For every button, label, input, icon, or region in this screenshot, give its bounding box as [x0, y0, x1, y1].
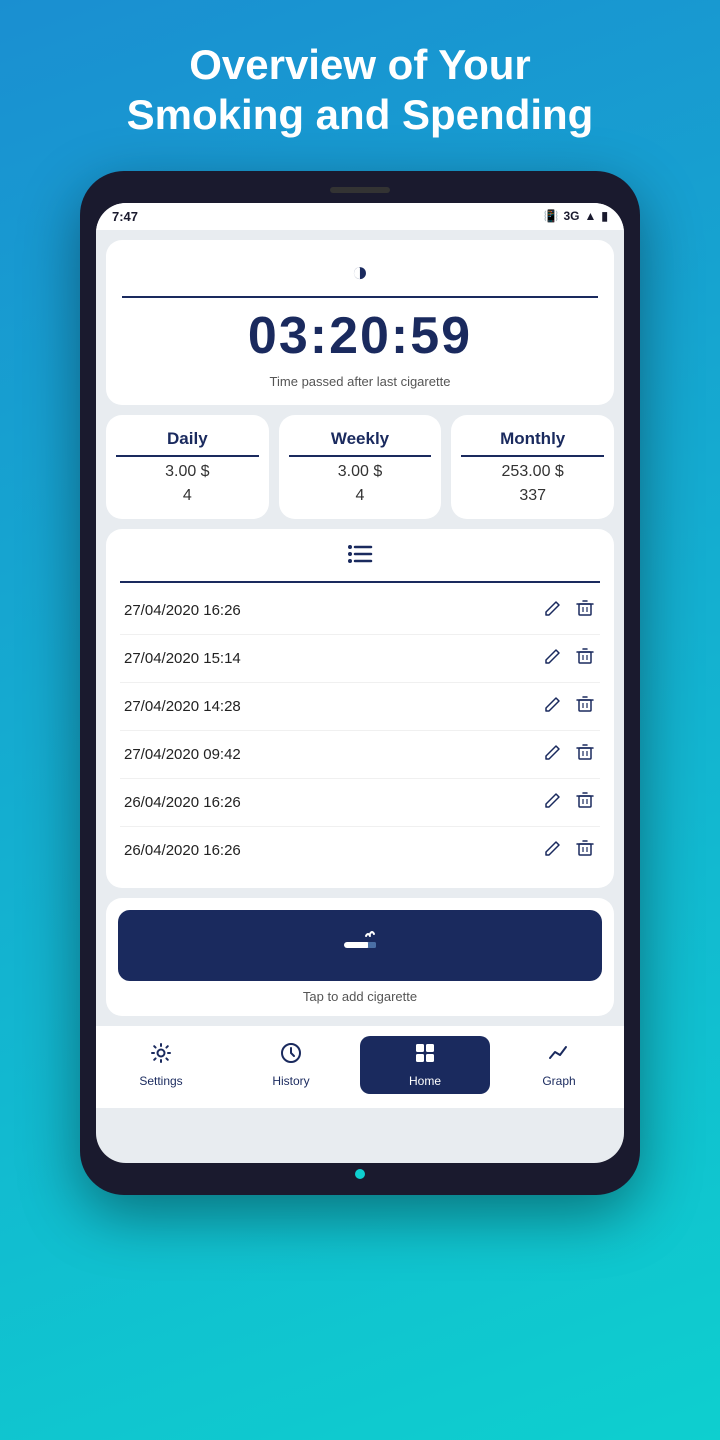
edit-button-4[interactable] [542, 741, 564, 768]
stats-row: Daily 3.00 $ 4 Weekly 3.00 $ 4 Monthly 2… [106, 415, 614, 519]
settings-icon [150, 1042, 172, 1070]
delete-button-1[interactable] [574, 597, 596, 624]
history-row: 26/04/2020 16:26 [120, 827, 600, 874]
stat-title-monthly: Monthly [500, 429, 565, 449]
add-label: Tap to add cigarette [303, 989, 417, 1004]
history-card: 27/04/2020 16:26 27/04/2020 15:14 [106, 529, 614, 888]
phone-notch [330, 187, 390, 193]
vibrate-icon: 📳 [544, 209, 559, 223]
history-divider [120, 581, 600, 583]
nav-label-graph: Graph [542, 1074, 575, 1088]
stat-divider-monthly [461, 455, 604, 457]
history-actions-4 [542, 741, 596, 768]
signal-label: 3G [563, 209, 579, 223]
timer-label: Time passed after last cigarette [270, 374, 451, 389]
nav-item-history[interactable]: History [226, 1036, 356, 1094]
stat-amount-weekly: 3.00 $ [338, 463, 382, 481]
nav-item-graph[interactable]: Graph [494, 1036, 624, 1094]
phone-screen: 7:47 📳 3G ▲ ▮ ◑ 03:20:59 Time passed aft… [96, 203, 624, 1163]
stat-count-weekly: 4 [356, 487, 365, 505]
nav-label-history: History [272, 1074, 309, 1088]
history-header [120, 543, 600, 571]
history-actions-5 [542, 789, 596, 816]
stat-card-weekly: Weekly 3.00 $ 4 [279, 415, 442, 519]
status-bar: 7:47 📳 3G ▲ ▮ [96, 203, 624, 230]
history-row: 27/04/2020 14:28 [120, 683, 600, 731]
graph-icon [548, 1042, 570, 1070]
history-actions-6 [542, 837, 596, 864]
edit-button-1[interactable] [542, 597, 564, 624]
timer-card: ◑ 03:20:59 Time passed after last cigare… [106, 240, 614, 405]
history-row: 27/04/2020 09:42 [120, 731, 600, 779]
phone-home-dot [355, 1169, 365, 1179]
nav-label-settings: Settings [139, 1074, 182, 1088]
history-date-5: 26/04/2020 16:26 [124, 794, 241, 811]
add-cigarette-card: Tap to add cigarette [106, 898, 614, 1016]
stat-divider-daily [116, 455, 259, 457]
status-time: 7:47 [112, 209, 138, 224]
edit-button-6[interactable] [542, 837, 564, 864]
edit-button-3[interactable] [542, 693, 564, 720]
delete-button-6[interactable] [574, 837, 596, 864]
delete-button-2[interactable] [574, 645, 596, 672]
history-date-1: 27/04/2020 16:26 [124, 602, 241, 619]
history-row: 27/04/2020 15:14 [120, 635, 600, 683]
history-actions-1 [542, 597, 596, 624]
history-date-4: 27/04/2020 09:42 [124, 746, 241, 763]
history-actions-2 [542, 645, 596, 672]
history-row: 26/04/2020 16:26 [120, 779, 600, 827]
delete-button-4[interactable] [574, 741, 596, 768]
nav-item-home[interactable]: Home [360, 1036, 490, 1094]
status-right: 📳 3G ▲ ▮ [544, 209, 608, 223]
nav-item-settings[interactable]: Settings [96, 1036, 226, 1094]
bottom-nav: Settings History [96, 1026, 624, 1108]
history-date-6: 26/04/2020 16:26 [124, 842, 241, 859]
nav-label-home: Home [409, 1074, 441, 1088]
screen-content: ◑ 03:20:59 Time passed after last cigare… [96, 230, 624, 1026]
home-icon [414, 1042, 436, 1070]
stat-count-monthly: 337 [519, 487, 546, 505]
signal-icon: ▲ [585, 209, 597, 223]
cigarette-icon [342, 928, 378, 963]
add-cigarette-button[interactable] [118, 910, 602, 981]
history-date-3: 27/04/2020 14:28 [124, 698, 241, 715]
battery-icon: ▮ [601, 209, 608, 223]
history-row: 27/04/2020 16:26 [120, 587, 600, 635]
stat-card-monthly: Monthly 253.00 $ 337 [451, 415, 614, 519]
stat-title-weekly: Weekly [331, 429, 389, 449]
stat-divider-weekly [289, 455, 432, 457]
stat-count-daily: 4 [183, 487, 192, 505]
stat-amount-monthly: 253.00 $ [502, 463, 564, 481]
delete-button-5[interactable] [574, 789, 596, 816]
timer-divider [122, 296, 598, 298]
phone-shell: 7:47 📳 3G ▲ ▮ ◑ 03:20:59 Time passed aft… [80, 171, 640, 1195]
timer-value: 03:20:59 [248, 306, 472, 366]
clock-icon: ◑ [352, 256, 369, 288]
stat-title-daily: Daily [167, 429, 208, 449]
edit-button-2[interactable] [542, 645, 564, 672]
stat-amount-daily: 3.00 $ [165, 463, 209, 481]
list-icon [347, 543, 373, 571]
history-actions-3 [542, 693, 596, 720]
history-icon [280, 1042, 302, 1070]
stat-card-daily: Daily 3.00 $ 4 [106, 415, 269, 519]
delete-button-3[interactable] [574, 693, 596, 720]
edit-button-5[interactable] [542, 789, 564, 816]
page-title: Overview of Your Smoking and Spending [67, 0, 654, 171]
history-date-2: 27/04/2020 15:14 [124, 650, 241, 667]
